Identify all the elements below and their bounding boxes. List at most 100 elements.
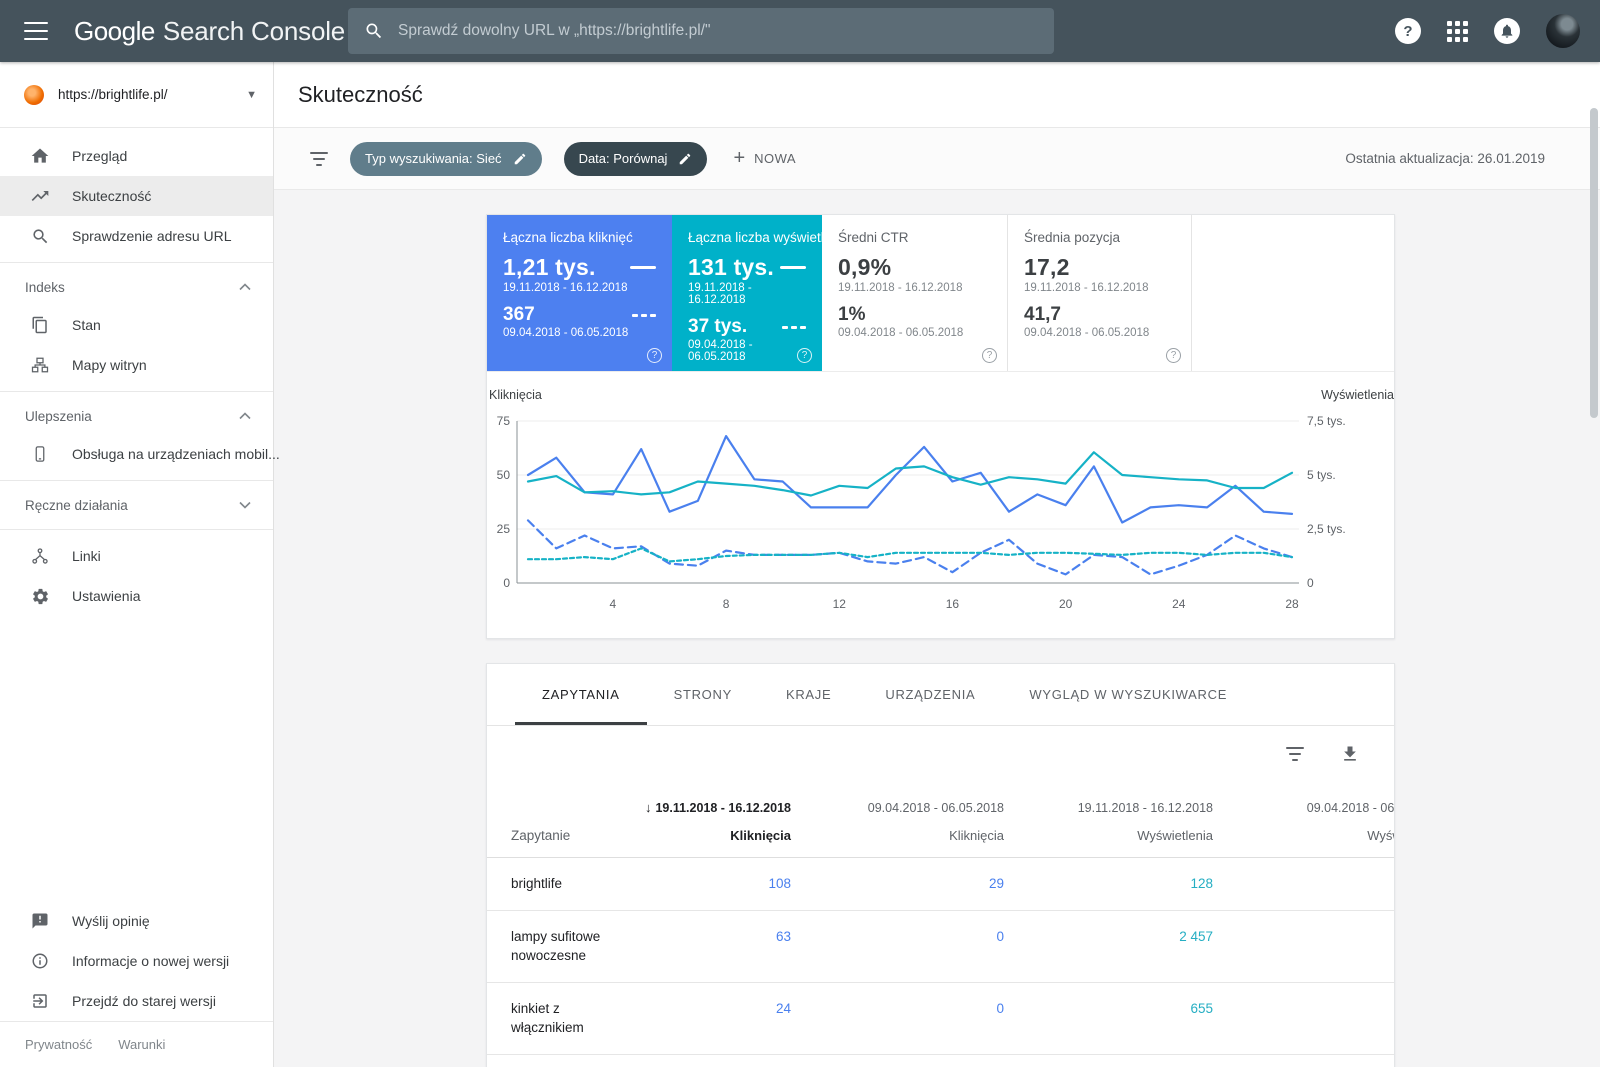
terms-link[interactable]: Warunki [118, 1037, 165, 1052]
sidebar-item-settings[interactable]: Ustawienia [0, 576, 273, 616]
sidebar-item-url-inspection[interactable]: Sprawdzenie adresu URL [0, 216, 273, 256]
sidebar-item-feedback[interactable]: Wyślij opinię [0, 901, 273, 941]
help-icon[interactable]: ? [797, 348, 812, 363]
sidebar-item-performance[interactable]: Skuteczność [0, 176, 273, 216]
topbar: Google Search Console ? [0, 0, 1600, 62]
help-icon[interactable]: ? [1166, 348, 1181, 363]
performance-chart-card: Łączna liczba kliknięć 1,21 tys. 19.11.2… [486, 214, 1395, 639]
menu-icon[interactable] [24, 22, 48, 40]
sidebar-item-overview[interactable]: Przegląd [0, 136, 273, 176]
filter-icon[interactable] [310, 151, 328, 166]
tab-queries[interactable]: ZAPYTANIA [515, 664, 647, 725]
table-row[interactable]: lampy sufitowe nowoczesne 63 0 2 457 [487, 911, 1394, 983]
column-header-clicks-period2[interactable]: 09.04.2018 - 06.05.2018 Kliknięcia [791, 799, 1004, 845]
impressions1-cell: 655 [1190, 1000, 1213, 1016]
svg-text:25: 25 [497, 522, 511, 536]
clicks1-cell: 108 [768, 876, 791, 891]
sidebar-item-mobile-usability[interactable]: Obsługa na urządzeniach mobil... [0, 434, 280, 474]
query-cell: kinkiet z włącznikiem [511, 1000, 584, 1036]
last-update-label: Ostatnia aktualizacja: 26.01.2019 [1345, 151, 1545, 166]
column-header-clicks-period1[interactable]: ↓ 19.11.2018 - 16.12.2018 Kliknięcia [641, 798, 791, 845]
clicks2-cell: 0 [996, 928, 1004, 944]
notifications-bell-icon[interactable] [1494, 18, 1520, 44]
dashed-line-legend-icon [632, 313, 656, 317]
apps-grid-icon[interactable] [1447, 20, 1468, 42]
search-input[interactable] [398, 22, 1038, 40]
impressions1-cell: 2 457 [1179, 928, 1213, 944]
chip-search-type[interactable]: Typ wyszukiwania: Sieć [350, 141, 542, 176]
page-scrollbar[interactable] [1590, 108, 1598, 418]
help-icon[interactable]: ? [1395, 18, 1421, 44]
sitemap-icon [30, 355, 50, 375]
clicks1-cell: 24 [775, 1000, 791, 1016]
query-cell: lampy sufitowe nowoczesne [511, 928, 601, 964]
table-row[interactable]: kinkiet z włącznikiem 24 0 655 [487, 983, 1394, 1055]
site-favicon [24, 84, 44, 105]
download-icon[interactable] [1340, 744, 1360, 764]
links-icon [30, 546, 50, 566]
gear-icon [30, 586, 50, 606]
help-icon[interactable]: ? [647, 348, 662, 363]
chevron-down-icon: ▼ [246, 88, 257, 101]
user-avatar[interactable] [1546, 14, 1580, 48]
section-enhancements[interactable]: Ulepszenia [0, 398, 273, 434]
performance-line-chart[interactable]: 75 7,5 tys. 50 5 tys. 25 2,5 tys. 0 0 4 8 12 16 20 24… [487, 372, 1394, 638]
sidebar-item-links[interactable]: Linki [0, 536, 273, 576]
help-icon[interactable]: ? [982, 348, 997, 363]
search-icon [30, 226, 50, 246]
metric-tiles: Łączna liczba kliknięć 1,21 tys. 19.11.2… [487, 215, 1394, 372]
column-header-impressions-period1[interactable]: 19.11.2018 - 16.12.2018 Wyświetlenia [1004, 799, 1213, 845]
search-icon [366, 23, 382, 39]
clicks-value-period1: 1,21 tys. [503, 254, 596, 280]
sidebar-item-sitemaps[interactable]: Mapy witryn [0, 345, 273, 385]
tile-average-ctr[interactable]: Średni CTR 0,9% 19.11.2018 - 16.12.2018 … [822, 215, 1007, 371]
tab-search-appearance[interactable]: WYGLĄD W WYSZUKIWARCE [1002, 664, 1254, 725]
column-header-impressions-period2[interactable]: 09.04.2018 - 06.05.2018 Wyświetlenia [1213, 799, 1394, 845]
table-row[interactable]: brightlife 108 29 128 [487, 858, 1394, 911]
sidebar-footer: Prywatność Warunki [0, 1021, 273, 1067]
svg-text:50: 50 [497, 468, 511, 482]
clicks2-cell: 29 [988, 876, 1004, 891]
tile-average-position[interactable]: Średnia pozycja 17,2 19.11.2018 - 16.12.… [1007, 215, 1192, 371]
divider [0, 529, 273, 530]
solid-line-legend-icon [780, 266, 806, 269]
tab-pages[interactable]: STRONY [647, 664, 759, 725]
svg-text:20: 20 [1059, 597, 1073, 611]
topbar-actions: ? [1395, 0, 1580, 62]
position-value-period2: 41,7 [1024, 304, 1061, 325]
logo-google: Google [74, 15, 155, 46]
sidebar-item-coverage[interactable]: Stan [0, 305, 273, 345]
plus-icon: + [733, 147, 746, 169]
solid-line-legend-icon [630, 266, 656, 269]
info-icon [30, 951, 50, 971]
section-index[interactable]: Indeks [0, 269, 273, 305]
chip-date-compare[interactable]: Data: Porównaj [563, 141, 708, 176]
section-manual-actions[interactable]: Ręczne działania [0, 487, 273, 523]
divider [0, 391, 273, 392]
table-filter-icon[interactable] [1286, 747, 1304, 761]
chevron-up-icon [239, 412, 251, 420]
home-icon [30, 146, 50, 166]
pages-icon [30, 315, 50, 335]
pencil-icon [680, 153, 691, 164]
sort-desc-icon: ↓ [644, 800, 652, 815]
mobile-icon [30, 444, 50, 464]
column-header-query[interactable]: Zapytanie [511, 826, 641, 846]
tile-total-impressions[interactable]: Łączna liczba wyświetleń 131 tys. 19.11.… [672, 215, 839, 371]
svg-text:5 tys.: 5 tys. [1307, 468, 1336, 482]
app-logo[interactable]: Google Search Console [74, 16, 345, 47]
new-filter-button[interactable]: + NOWA [733, 147, 796, 170]
property-selector[interactable]: https://brightlife.pl/ ▼ [0, 62, 273, 128]
sidebar-item-new-version-info[interactable]: Informacje o nowej wersji [0, 941, 273, 981]
tab-devices[interactable]: URZĄDZENIA [858, 664, 1002, 725]
url-inspect-searchbox[interactable] [348, 8, 1054, 54]
svg-text:0: 0 [503, 576, 510, 590]
sidebar-item-old-version[interactable]: Przejdź do starej wersji [0, 981, 273, 1021]
tile-total-clicks[interactable]: Łączna liczba kliknięć 1,21 tys. 19.11.2… [487, 215, 672, 371]
privacy-link[interactable]: Prywatność [25, 1037, 92, 1052]
tab-countries[interactable]: KRAJE [759, 664, 858, 725]
svg-text:8: 8 [723, 597, 730, 611]
ctr-value-period2: 1% [838, 304, 866, 325]
impressions-value-period1: 131 tys. [688, 254, 774, 280]
divider [0, 480, 273, 481]
